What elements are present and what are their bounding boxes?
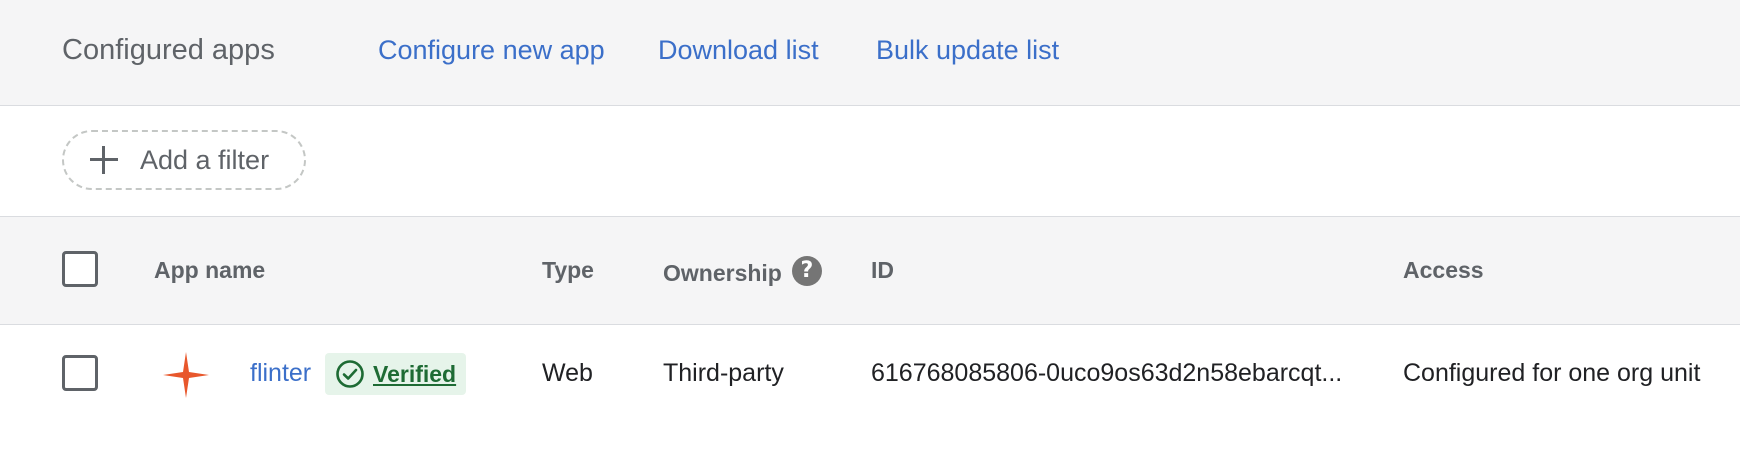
plus-icon: [90, 146, 118, 174]
app-logo-icon: [163, 352, 209, 398]
column-header-access[interactable]: Access: [1403, 255, 1484, 285]
table-header: App name Type Ownership? ID Access: [0, 217, 1740, 325]
check-circle-icon: [336, 360, 364, 388]
page-title: Configured apps: [62, 34, 275, 66]
add-filter-button[interactable]: Add a filter: [62, 130, 306, 190]
table-row[interactable]: flinter Verified Web Third-party 6167680…: [0, 325, 1740, 425]
column-header-ownership-label[interactable]: Ownership: [663, 260, 782, 286]
id-cell: 616768085806-0uco9os63d2n58ebarcqt...: [871, 359, 1343, 387]
column-header-app-name[interactable]: App name: [154, 255, 265, 285]
configure-new-app-link[interactable]: Configure new app: [378, 30, 605, 70]
column-header-id[interactable]: ID: [871, 255, 894, 285]
download-list-link[interactable]: Download list: [658, 30, 819, 70]
bulk-update-list-link[interactable]: Bulk update list: [876, 30, 1059, 70]
help-icon[interactable]: ?: [791, 255, 822, 286]
page-header: Configured apps Configure new app Downlo…: [0, 0, 1740, 106]
filter-bar: Add a filter: [0, 106, 1740, 217]
row-checkbox[interactable]: [62, 355, 98, 391]
app-name-link[interactable]: flinter: [250, 356, 311, 390]
access-cell: Configured for one org unit: [1403, 359, 1701, 387]
type-cell: Web: [542, 359, 593, 387]
column-header-ownership: Ownership?: [663, 255, 822, 290]
column-header-type[interactable]: Type: [542, 255, 594, 285]
verified-badge[interactable]: Verified: [325, 353, 467, 395]
select-all-checkbox[interactable]: [62, 251, 98, 287]
configured-apps-page: Configured apps Configure new app Downlo…: [0, 0, 1740, 450]
verified-label: Verified: [373, 360, 457, 387]
add-filter-label: Add a filter: [140, 144, 270, 175]
ownership-cell: Third-party: [663, 359, 784, 387]
